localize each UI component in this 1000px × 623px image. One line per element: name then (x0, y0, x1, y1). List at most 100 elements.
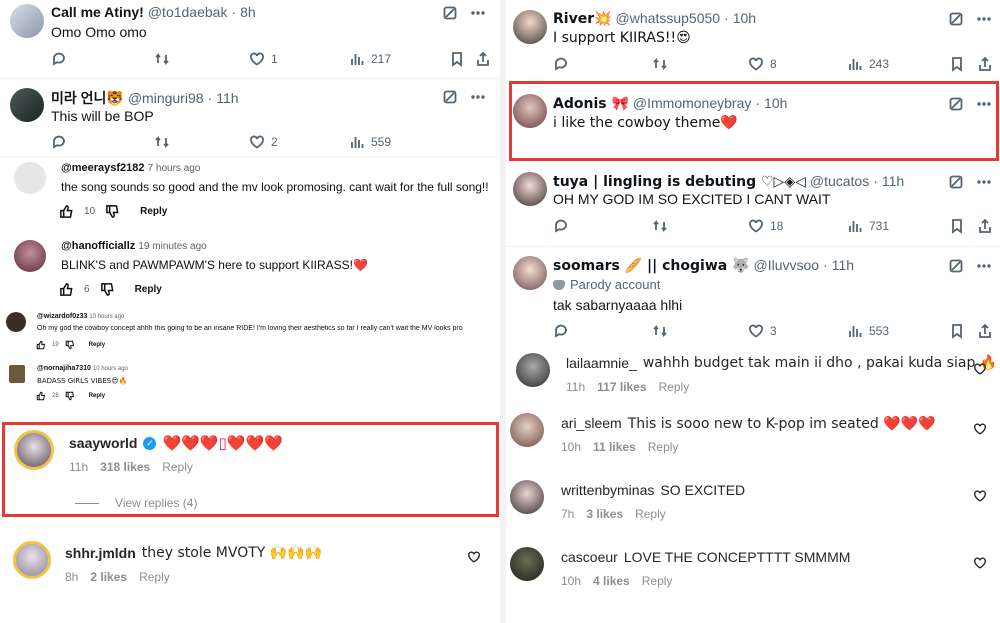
thumbs-up-icon[interactable] (36, 391, 46, 401)
more-icon[interactable] (976, 96, 992, 112)
comment-time[interactable]: 11h (69, 460, 88, 474)
tweet-author-name[interactable]: Adonis 🎀 (553, 96, 629, 112)
like-count[interactable]: 3 likes (586, 507, 623, 521)
comment-time[interactable]: 10 hours ago (93, 366, 128, 372)
thumbs-down-icon[interactable] (100, 282, 115, 297)
tweet-author-name[interactable]: 미라 언니🐯 (51, 88, 124, 108)
tweet-author-name[interactable]: tuya | lingling is debuting ♡▷◈◁ (553, 174, 806, 190)
comment-time[interactable]: 11h (566, 380, 585, 394)
grok-icon[interactable] (948, 174, 964, 190)
views-button[interactable]: 217 (349, 51, 391, 67)
views-button[interactable]: 243 (847, 56, 889, 72)
comment-time[interactable]: 10h (561, 440, 581, 454)
thumbs-down-icon[interactable] (105, 204, 120, 219)
reply-button[interactable] (553, 218, 569, 234)
grok-icon[interactable] (948, 96, 964, 112)
like-button[interactable]: 18 (748, 218, 783, 234)
thumbs-down-icon[interactable] (65, 391, 75, 401)
tweet[interactable]: 미라 언니🐯 @minguri98 · 11h This will be BOP… (0, 82, 500, 156)
retweet-button[interactable] (154, 134, 170, 150)
tweet[interactable]: River💥 @whatssup5050 · 10h I support KII… (506, 0, 1000, 78)
reply-button[interactable] (553, 56, 569, 72)
like-heart-icon[interactable] (973, 556, 987, 575)
comment-author[interactable]: @nornajiha7310 (37, 365, 91, 372)
views-button[interactable]: 731 (847, 218, 889, 234)
avatar[interactable] (14, 162, 46, 194)
comment-time[interactable]: 19 minutes ago (138, 241, 206, 252)
more-icon[interactable] (470, 89, 486, 105)
like-count[interactable]: 117 likes (597, 380, 646, 394)
bookmark-button[interactable] (949, 218, 965, 234)
comment-author[interactable]: @wizardof0z33 (37, 313, 87, 320)
like-heart-icon[interactable] (973, 362, 987, 381)
tweet-time[interactable]: 8h (240, 4, 256, 20)
reply-button[interactable]: Reply (635, 507, 666, 521)
like-count[interactable]: 318 likes (100, 460, 150, 474)
more-icon[interactable] (470, 5, 486, 21)
comment-author[interactable]: ari_sleem (561, 415, 622, 432)
like-heart-icon[interactable] (973, 489, 987, 508)
comment-author[interactable]: cascoeur (561, 549, 618, 565)
thumbs-up-icon[interactable] (36, 340, 46, 350)
views-button[interactable]: 553 (847, 323, 889, 339)
retweet-button[interactable] (652, 56, 668, 72)
bookmark-button[interactable] (949, 56, 965, 72)
reply-button[interactable] (51, 134, 67, 150)
avatar[interactable] (10, 4, 44, 38)
comment-author[interactable]: saayworld (69, 435, 137, 451)
like-button[interactable]: 1 (249, 51, 278, 67)
avatar[interactable] (510, 413, 544, 447)
reply-button[interactable]: Reply (648, 440, 679, 454)
tweet-author-name[interactable]: Call me Atiny! (51, 4, 144, 20)
avatar[interactable] (510, 480, 544, 514)
avatar[interactable] (6, 312, 26, 332)
tweet-author-handle[interactable]: @Iluvvsoo (754, 257, 820, 273)
view-replies-button[interactable]: View replies (4) (115, 496, 197, 510)
views-button[interactable]: 559 (349, 134, 391, 150)
like-count[interactable]: 2 likes (90, 570, 127, 584)
share-button[interactable] (977, 218, 993, 234)
avatar[interactable] (14, 430, 54, 470)
comment-time[interactable]: 7 hours ago (148, 163, 201, 174)
comment-time[interactable]: 8h (65, 570, 78, 584)
grok-icon[interactable] (948, 258, 964, 274)
retweet-button[interactable] (154, 51, 170, 67)
bookmark-button[interactable] (449, 51, 465, 67)
avatar[interactable] (513, 256, 547, 290)
tweet-author-name[interactable]: soomars 🥖 || chogiwa 🐺 (553, 258, 750, 274)
tweet-time[interactable]: 10h (733, 10, 756, 26)
reply-button[interactable]: Reply (139, 570, 170, 584)
like-count[interactable]: 11 likes (593, 440, 636, 454)
more-icon[interactable] (976, 258, 992, 274)
bookmark-button[interactable] (949, 323, 965, 339)
avatar[interactable] (14, 240, 46, 272)
avatar[interactable] (9, 365, 25, 383)
tweet-author-handle[interactable]: @minguri98 (128, 90, 204, 106)
like-count[interactable]: 4 likes (593, 574, 630, 588)
comment-author[interactable]: @meeraysf2182 (61, 162, 145, 174)
tweet-author-handle[interactable]: @to1daebak (148, 4, 228, 20)
avatar[interactable] (513, 172, 547, 206)
avatar[interactable] (510, 547, 544, 581)
comment-time[interactable]: 7h (561, 507, 574, 521)
grok-icon[interactable] (948, 11, 964, 27)
like-button[interactable]: 2 (249, 134, 278, 150)
share-button[interactable] (977, 56, 993, 72)
comment-author[interactable]: lailaamnie_ (566, 355, 637, 371)
tweet[interactable]: Adonis 🎀 @Immomoneybray · 10h i like the… (506, 84, 1000, 159)
retweet-button[interactable] (652, 218, 668, 234)
avatar[interactable] (513, 94, 547, 128)
share-button[interactable] (475, 51, 491, 67)
comment-time[interactable]: 10h (561, 574, 581, 588)
more-icon[interactable] (976, 11, 992, 27)
comment-author[interactable]: writtenbyminas (561, 482, 654, 498)
tweet-time[interactable]: 11h (882, 173, 904, 189)
tweet-author-handle[interactable]: @Immomoneybray (633, 95, 751, 111)
avatar[interactable] (13, 541, 51, 579)
reply-button[interactable]: Reply (162, 460, 193, 474)
reply-button[interactable]: Reply (659, 380, 690, 394)
tweet[interactable]: tuya | lingling is debuting ♡▷◈◁ @tucato… (506, 166, 1000, 244)
tweet-author-handle[interactable]: @tucatos (810, 173, 869, 189)
avatar[interactable] (516, 353, 550, 387)
share-button[interactable] (977, 323, 993, 339)
